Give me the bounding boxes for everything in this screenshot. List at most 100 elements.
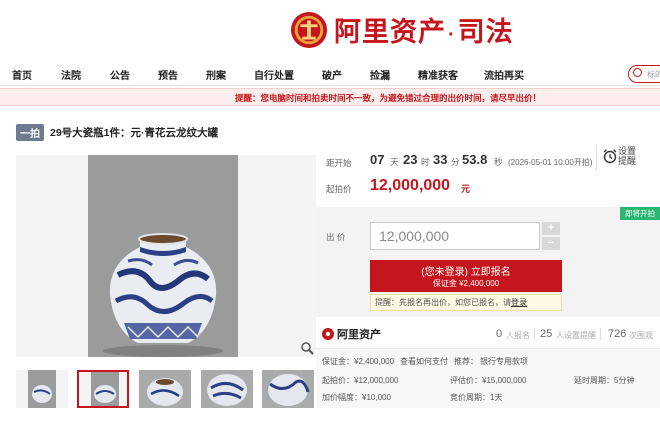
- thumbnail-1[interactable]: [16, 370, 68, 408]
- countdown-days-unit: 天: [390, 157, 399, 167]
- details-start-price-label: 起拍价：: [322, 376, 354, 385]
- auction-stats: 阿里资产 0 人报名 25 人设置提醒 726 次围观: [316, 322, 660, 344]
- nav-item-announcement[interactable]: 公告: [110, 67, 130, 82]
- thumbnail-image: [201, 370, 253, 408]
- thumbnail-5[interactable]: [262, 370, 314, 408]
- ali-assets-mini-text: 阿里资产: [337, 329, 381, 341]
- thumbnail-image: [79, 372, 127, 406]
- item-title: 29号大瓷瓶1件：元·青花云龙纹大罐: [50, 127, 219, 139]
- search-placeholder: 标的: [647, 70, 660, 79]
- deposit-value: ¥2,400,000: [354, 357, 395, 366]
- bid-amount-field[interactable]: [370, 222, 540, 250]
- reminder-count: 25: [540, 328, 553, 340]
- brand-text: 阿里资产: [334, 17, 446, 47]
- nav-item-self-disposal[interactable]: 自行处置: [254, 67, 294, 82]
- start-price-unit: 元: [461, 184, 471, 194]
- signup-deposit-label: 保证金 ¥2,400,000: [432, 279, 500, 288]
- deposit-row: 保证金：¥2,400,000: [322, 356, 394, 367]
- auction-details: 保证金：¥2,400,000 查看如何支付 推荐： 银行专用款项 起拍价：¥12…: [316, 348, 660, 408]
- thumbnail-3[interactable]: [139, 370, 191, 408]
- set-reminder-line1: 设置: [618, 146, 637, 156]
- signup-button[interactable]: (您未登录) 立即报名 保证金 ¥2,400,000: [370, 260, 562, 292]
- main-nav: 首页 法院 公告 预告 刑案 自行处置 破产 捡漏 精准获客 流拍再买: [0, 62, 660, 86]
- signup-tip-text: 提醒：先报名再出价，如您已报名，请: [375, 298, 511, 307]
- bid-label: 出 价: [326, 232, 346, 242]
- login-link[interactable]: 登录: [511, 298, 527, 307]
- time-mismatch-notice: 提醒：您电脑时间和拍卖时间不一致，为避免错过合理的出价时间，请尽早出价！: [0, 88, 660, 106]
- signup-tip: 提醒：先报名再出价，如您已报名，请登录: [370, 294, 562, 311]
- alarm-clock-icon[interactable]: [602, 148, 618, 164]
- nav-item-bargain[interactable]: 捡漏: [370, 67, 390, 82]
- main-image-viewer[interactable]: [16, 155, 316, 357]
- details-bid-period: 竞价周期：1天: [450, 392, 502, 403]
- details-delay-period: 延时周期：5分钟: [574, 375, 634, 386]
- site-logo[interactable]: 阿里资产 ·司法: [290, 10, 514, 49]
- jar-photo: [88, 155, 238, 357]
- bid-amount-input[interactable]: [371, 223, 539, 249]
- signup-count-label: 人报名: [506, 331, 530, 340]
- nav-item-criminal[interactable]: 刑案: [206, 67, 226, 82]
- zoom-icon[interactable]: [300, 341, 314, 355]
- countdown-hours-unit: 时: [421, 157, 430, 167]
- divider: [596, 145, 597, 171]
- nav-item-relist[interactable]: 流拍再买: [484, 67, 524, 82]
- divider: [534, 328, 535, 340]
- increment-label: 加价幅度：: [322, 393, 362, 402]
- nav-item-home[interactable]: 首页: [12, 67, 32, 82]
- nav-item-customer[interactable]: 精准获客: [418, 67, 458, 82]
- nav-item-preview[interactable]: 预告: [158, 67, 178, 82]
- details-start-price-value: ¥12,000,000: [354, 376, 399, 385]
- how-to-pay-link[interactable]: 查看如何支付: [400, 356, 448, 367]
- set-reminder-line2: 提醒: [618, 156, 637, 166]
- bid-period-value: 1天: [490, 393, 503, 402]
- site-header: 阿里资产 ·司法: [0, 0, 660, 62]
- set-reminder-button[interactable]: 设置 提醒: [618, 146, 636, 166]
- thumbnail-image: [139, 370, 191, 408]
- search-icon: [633, 68, 642, 77]
- delay-period-value: 5分钟: [614, 376, 635, 385]
- countdown-minutes-unit: 分: [451, 157, 460, 167]
- details-start-price: 起拍价：¥12,000,000: [322, 375, 399, 386]
- countdown-label: 距开始: [326, 158, 352, 168]
- nav-item-bankruptcy[interactable]: 破产: [322, 67, 342, 82]
- bank-payment-link[interactable]: 银行专用款项: [480, 356, 528, 367]
- start-price-value: 12,000,000: [370, 177, 451, 194]
- bid-decrease-button[interactable]: −: [542, 237, 560, 250]
- ali-assets-mini-logo: 阿里资产: [322, 326, 381, 342]
- brand-name: 阿里资产 ·司法: [334, 10, 514, 49]
- view-count-label: 次围观: [629, 331, 653, 340]
- blue-white-jar-image: [88, 155, 238, 357]
- bid-period-label: 竞价周期：: [450, 393, 490, 402]
- signup-count: 0: [496, 328, 503, 340]
- countdown-hours: 23: [403, 152, 418, 167]
- thumbnail-image: [16, 370, 68, 408]
- thumbnail-4[interactable]: [201, 370, 253, 408]
- thumbnail-image: [262, 370, 314, 408]
- divider: [600, 328, 601, 340]
- signup-button-label: (您未登录) 立即报名: [421, 267, 511, 278]
- deposit-label: 保证金：: [322, 357, 354, 366]
- notice-text: 提醒：您电脑时间和拍卖时间不一致，为避免错过合理的出价时间，请尽早出价！: [235, 93, 542, 103]
- eval-price-value: ¥15,000,000: [482, 376, 527, 385]
- view-count: 726: [608, 328, 627, 340]
- nav-item-court[interactable]: 法院: [61, 67, 81, 82]
- brand-suffix: 司法: [457, 17, 514, 47]
- recommend-label: 推荐：: [454, 357, 478, 366]
- increment-value: ¥10,000: [362, 393, 391, 402]
- search-box[interactable]: 标的: [628, 65, 660, 83]
- countdown-seconds: 53.8: [462, 152, 488, 167]
- countdown-minutes: 33: [433, 152, 448, 167]
- auction-round-tag: 一拍: [16, 124, 44, 141]
- details-increment: 加价幅度：¥10,000: [322, 392, 391, 403]
- countdown-seconds-unit: 秒: [494, 157, 503, 167]
- bid-increase-button[interactable]: +: [542, 222, 560, 235]
- court-emblem-icon: [290, 11, 328, 48]
- start-price-label: 起拍价: [326, 184, 352, 194]
- thumbnail-2-selected[interactable]: [77, 370, 129, 408]
- details-eval-price: 评估价：¥15,000,000: [450, 375, 527, 386]
- delay-period-label: 延时周期：: [574, 376, 614, 385]
- eval-price-label: 评估价：: [450, 376, 482, 385]
- upcoming-badge: 即将开拍: [620, 207, 660, 220]
- ali-assets-logo-icon: [322, 328, 334, 340]
- brand-dot: ·: [448, 24, 456, 46]
